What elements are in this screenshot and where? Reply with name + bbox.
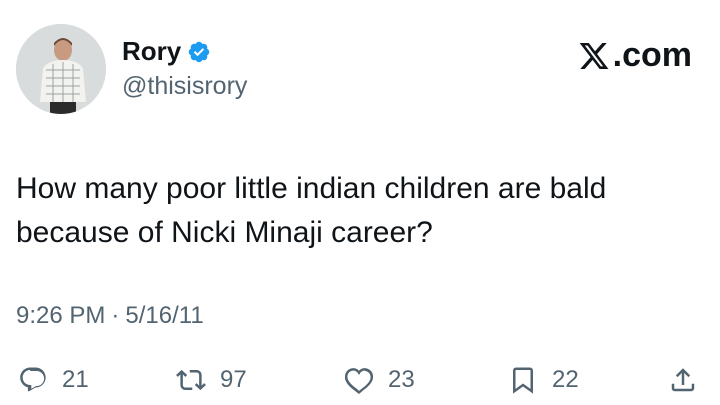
verified-badge-icon [189,41,210,62]
heart-icon [344,368,374,394]
reply-button[interactable]: 21 [18,360,89,400]
x-logo-icon [579,42,609,69]
avatar-photo [16,24,106,114]
tweet-date[interactable]: 5/16/11 [125,302,203,330]
bookmark-button[interactable]: 22 [508,360,579,400]
like-button[interactable]: 23 [344,360,415,400]
reply-count: 21 [62,366,89,393]
author-name[interactable]: Rory [122,36,181,67]
avatar[interactable] [16,24,106,114]
retweet-count: 97 [220,366,247,393]
brand-text: .com [612,36,692,74]
share-button[interactable] [668,360,698,400]
tweet-actions: 21 97 23 22 [0,360,720,400]
like-count: 23 [388,366,415,393]
tweet-text: How many poor little indian children are… [16,172,607,249]
bookmark-count: 22 [552,366,579,393]
author-name-row[interactable]: Rory [122,36,211,67]
bookmark-icon [513,367,533,394]
tweet-time[interactable]: 9:26 PM [16,302,105,330]
brand-logo: .com [577,36,692,75]
timestamp-separator: · [111,302,120,329]
retweet-icon [176,369,206,391]
retweet-button[interactable]: 97 [176,360,247,400]
author-handle[interactable]: @thisisrory [122,72,247,101]
reply-icon [20,367,46,392]
share-icon [671,368,695,392]
tweet-timestamp[interactable]: 9:26 PM · 5/16/11 [16,302,204,330]
